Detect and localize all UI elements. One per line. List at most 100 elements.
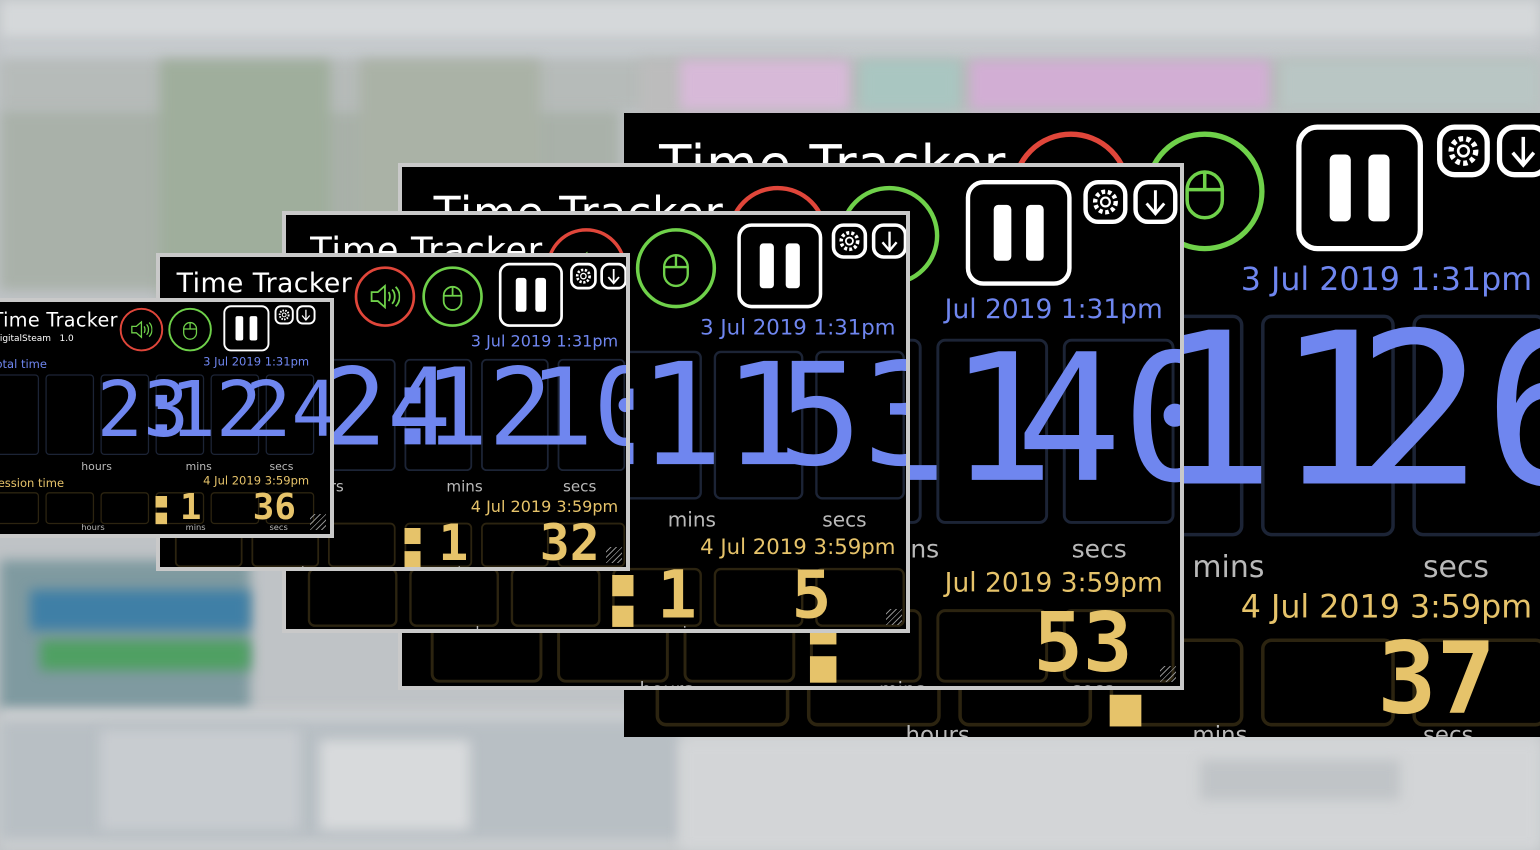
pause-icon-bar (1368, 154, 1390, 222)
session-secs: 53 (1033, 595, 1133, 690)
minimize-button[interactable] (296, 305, 316, 325)
session-mins-label: mins (185, 522, 206, 533)
session-hours-label: hours (639, 680, 693, 686)
mouse-toggle-button[interactable] (168, 307, 212, 352)
session-time-label: Session time (0, 476, 65, 491)
session-colon-lower (155, 512, 168, 525)
minimize-button[interactable] (1496, 124, 1540, 178)
resize-handle[interactable] (886, 609, 902, 625)
gear-icon (575, 268, 591, 284)
total-secs: 26 (1356, 289, 1540, 535)
pause-button[interactable] (1296, 124, 1423, 252)
session-mins-label: mins (879, 680, 925, 686)
arrow-down-icon (1145, 190, 1166, 217)
settings-button[interactable] (831, 223, 868, 259)
total-secs-label: secs (1422, 550, 1490, 586)
sound-toggle-button[interactable] (119, 307, 164, 352)
pause-icon (759, 243, 774, 289)
session-secs: 37 (1377, 622, 1496, 737)
total-secs: 10 (529, 346, 626, 471)
pause-button[interactable] (965, 179, 1072, 286)
total-secs: 40 (1015, 318, 1180, 523)
mouse-toggle-button[interactable] (635, 228, 717, 309)
settings-button[interactable] (570, 262, 597, 290)
pause-button[interactable] (498, 262, 563, 327)
session-date: 4 Jul 2019 3:59pm (470, 497, 619, 517)
session-mins-label: mins (1192, 722, 1248, 737)
session-date: 4 Jul 2019 3:59pm (1240, 589, 1533, 627)
total-hours-label: hours (81, 460, 112, 473)
mouse-icon (662, 254, 689, 288)
session-secs-label: secs (563, 565, 589, 567)
sound-toggle-button[interactable] (354, 266, 416, 327)
mouse-icon (1185, 170, 1225, 220)
pause-button[interactable] (737, 223, 823, 309)
total-mins-label: mins (446, 478, 483, 496)
session-secs: 5 (791, 557, 832, 633)
speaker-icon (131, 320, 153, 339)
pause-icon (993, 204, 1012, 261)
session-mins: 1 (179, 486, 202, 528)
session-colon-lower (1109, 694, 1142, 727)
arrow-down-icon (881, 231, 898, 253)
session-colon-lower (809, 656, 837, 683)
session-mins-label: mins (668, 625, 705, 629)
pause-icon (1329, 154, 1351, 222)
session-date: 4 Jul 2019 3:59pm (700, 534, 896, 560)
minimize-button[interactable] (1133, 179, 1178, 225)
minimize-button[interactable] (871, 223, 906, 259)
pause-button[interactable] (223, 305, 270, 352)
total-mins-label: mins (667, 508, 716, 533)
session-secs-label: secs (1072, 680, 1114, 686)
window-title: Time Tracker (176, 268, 353, 300)
brand-version: DigitalSteam 1.0 (0, 333, 74, 344)
session-colon (612, 575, 634, 597)
settings-button[interactable] (1437, 124, 1490, 178)
pause-icon (235, 316, 244, 341)
settings-button[interactable] (274, 305, 294, 325)
resize-handle[interactable] (310, 514, 326, 530)
session-colon-lower (404, 551, 421, 567)
arrow-down-icon (1511, 136, 1536, 168)
total-secs-label: secs (562, 478, 597, 496)
pause-icon (515, 277, 527, 312)
session-hours-label: hours (905, 722, 970, 737)
total-secs: 53 (777, 334, 906, 499)
settings-button[interactable] (1083, 179, 1128, 225)
arrow-down-icon (607, 269, 620, 285)
session-secs-label: secs (269, 522, 288, 533)
window-title: Time Tracker (0, 309, 118, 332)
gear-icon (278, 309, 290, 321)
total-secs-label: secs (822, 508, 867, 533)
session-colon-lower (612, 605, 634, 627)
total-secs: 24 (245, 365, 334, 455)
mouse-toggle-button[interactable] (422, 266, 483, 327)
gear-icon (839, 231, 860, 252)
session-mins-label: mins (446, 565, 474, 567)
speaker-icon (370, 284, 401, 310)
resize-handle[interactable] (1160, 666, 1176, 682)
mouse-icon (183, 321, 198, 340)
pause-icon-bar (249, 316, 258, 341)
mouse-icon (442, 285, 463, 311)
session-date: Jul 2019 3:59pm (944, 568, 1163, 599)
session-mins: 1 (438, 514, 469, 571)
gear-icon (1448, 135, 1479, 166)
total-time-label: Total time (0, 357, 47, 372)
session-secs: 32 (539, 514, 600, 571)
session-secs-label: secs (822, 625, 856, 629)
total-secs-label: secs (269, 460, 294, 473)
session-colon (404, 528, 421, 545)
session-secs-label: secs (1422, 722, 1474, 737)
minimize-button[interactable] (600, 262, 626, 290)
pause-icon-bar (535, 277, 547, 312)
pause-icon-bar (1026, 204, 1044, 261)
total-mins-label: mins (1192, 550, 1265, 586)
gear-icon (1092, 189, 1118, 215)
total-mins-label: mins (185, 460, 212, 473)
session-colon (155, 496, 168, 508)
time-tracker-window[interactable]: Time Tracker DigitalSteam 1.0 (0, 298, 334, 538)
session-hours-label: hours (301, 565, 334, 567)
session-hours-label: hours (475, 625, 518, 629)
resize-handle[interactable] (606, 547, 622, 563)
